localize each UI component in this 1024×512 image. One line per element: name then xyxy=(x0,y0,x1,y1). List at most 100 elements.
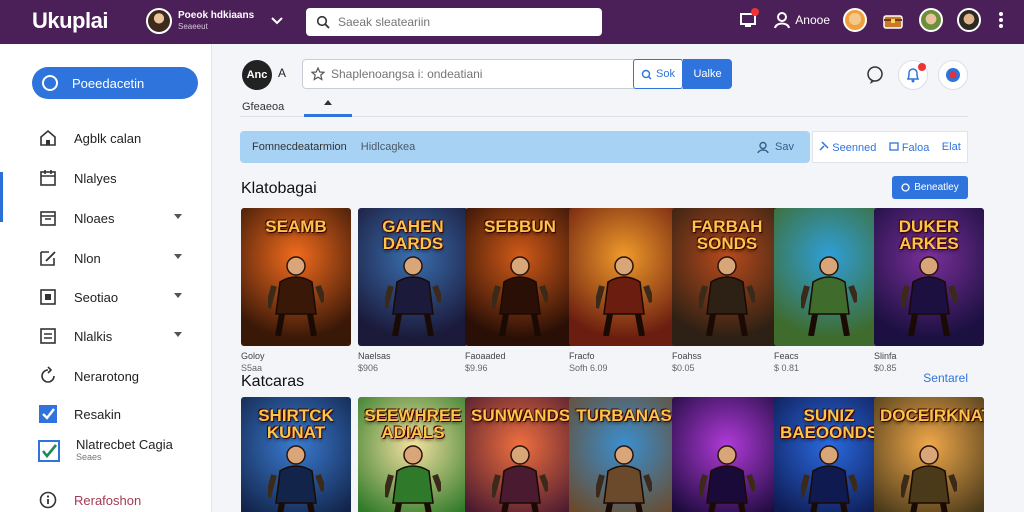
app-logo[interactable]: Ukuplai xyxy=(32,8,108,34)
friend-avatar-1[interactable] xyxy=(842,7,868,33)
sidebar-primary-button[interactable]: Poeedacetin xyxy=(32,67,198,99)
game-caption: Foahss xyxy=(672,351,702,361)
game-caption: Slinfa xyxy=(874,351,897,361)
game-cover-title: SEEWHREE ADIALS xyxy=(364,406,462,442)
game-meta: Faoaaded $9.96 xyxy=(465,350,506,374)
section-featured-button-label: Beneatley xyxy=(914,182,959,193)
chevron-down-icon[interactable] xyxy=(270,13,284,27)
chevron-down-icon[interactable] xyxy=(174,254,182,260)
banner-save-label: Sav xyxy=(775,141,794,153)
game-card[interactable]: DUKER ARKES xyxy=(874,208,984,346)
chat-icon xyxy=(867,66,883,84)
game-card[interactable]: SEBBUN xyxy=(465,208,575,346)
sidebar-item-label: Nlatrecbet Cagia xyxy=(76,437,173,452)
banner-action-label: Faloa xyxy=(901,141,930,154)
user-icon xyxy=(757,141,769,153)
character-art xyxy=(385,256,441,336)
banner-action-1[interactable]: Seenned xyxy=(819,140,876,154)
chest-icon xyxy=(883,15,903,29)
global-search-input[interactable] xyxy=(338,15,588,29)
chat-button[interactable] xyxy=(860,60,890,90)
notification-button[interactable] xyxy=(898,60,928,90)
banner-action-2[interactable]: Faloa xyxy=(889,141,930,154)
game-card[interactable]: SHIRTCK KUNAT xyxy=(241,397,351,512)
sidebar-item-4[interactable]: Nlon xyxy=(38,246,204,270)
calendar-icon xyxy=(40,170,56,186)
brand-badge[interactable]: Anc xyxy=(242,60,272,90)
store-search[interactable]: Sok Ualke xyxy=(302,59,732,89)
friend-avatar-3[interactable] xyxy=(956,7,982,33)
chevron-down-icon[interactable] xyxy=(174,332,182,338)
edit-icon xyxy=(40,251,56,266)
sidebar-item-sublabel: Seaes xyxy=(76,452,102,462)
game-card[interactable] xyxy=(569,208,679,346)
trophy-icon xyxy=(946,68,960,82)
chevron-up-icon[interactable] xyxy=(324,99,332,105)
banner-save[interactable]: Sav xyxy=(757,141,794,154)
tab-overview[interactable]: Gfeaeoa xyxy=(242,101,284,113)
character-art xyxy=(801,256,857,336)
section-see-all-link[interactable]: Sentarel xyxy=(923,371,968,385)
game-card[interactable]: FARBAH SONDS xyxy=(672,208,782,346)
sidebar-item-7[interactable]: Nerarotong xyxy=(38,364,204,388)
game-price: $0.05 xyxy=(672,363,695,373)
sidebar-item-label: Nlalyes xyxy=(74,170,117,186)
game-card[interactable]: SEEWHREE ADIALS xyxy=(358,397,468,512)
game-cover-title: SEBBUN xyxy=(484,217,556,236)
chest-button[interactable] xyxy=(880,7,906,33)
sidebar-item-label: Agblk calan xyxy=(74,130,142,146)
character-art xyxy=(699,445,755,512)
pin-icon xyxy=(819,140,829,151)
notification-dot xyxy=(751,8,760,16)
banner-action-3[interactable]: Elat xyxy=(942,141,961,153)
store-button[interactable] xyxy=(735,7,761,33)
profile-switcher[interactable]: Poeok hdkiaans Seaeeut xyxy=(146,8,254,34)
more-menu[interactable] xyxy=(994,7,1008,33)
game-card[interactable] xyxy=(672,397,782,512)
game-card[interactable]: TURBANAS xyxy=(569,397,679,512)
character-art xyxy=(901,445,957,512)
game-meta: Feacs $ 0.81 xyxy=(774,350,799,374)
game-card[interactable] xyxy=(774,208,884,346)
game-meta: Naelsas $906 xyxy=(358,350,391,374)
game-card[interactable]: DOCEIRKNAT xyxy=(874,397,984,512)
user-menu[interactable]: Anooe xyxy=(773,7,830,33)
sidebar-primary-label: Poeedacetin xyxy=(72,75,145,91)
sidebar-item-10[interactable]: Rerafoshon xyxy=(38,488,204,512)
chevron-down-icon[interactable] xyxy=(174,214,182,220)
sidebar-item-6[interactable]: Nlalkis xyxy=(38,324,204,348)
game-caption: Faoaaded xyxy=(465,351,506,361)
sidebar-item-3[interactable]: Nloaes xyxy=(38,206,204,230)
sidebar-scroll-indicator[interactable] xyxy=(0,172,3,222)
sidebar-item-9[interactable]: Nlatrecbet Cagia Seaes xyxy=(38,436,204,466)
game-price: $0.85 xyxy=(874,363,897,373)
achievements-button[interactable] xyxy=(938,60,968,90)
info-banner: Fomnecdeatarmion Hidlcagkea Sav xyxy=(240,131,810,163)
search-button[interactable]: Sok xyxy=(633,59,683,89)
chevron-down-icon[interactable] xyxy=(174,293,182,299)
friend-avatar-2[interactable] xyxy=(918,7,944,33)
sidebar-item-2[interactable]: Nlalyes xyxy=(38,166,204,190)
filter-button[interactable]: Ualke xyxy=(683,59,732,89)
game-card[interactable]: GAHEN DARDS xyxy=(358,208,468,346)
game-card[interactable]: SUNWANDS xyxy=(465,397,575,512)
store-search-input[interactable] xyxy=(331,67,631,81)
game-cover-title: SEAMB xyxy=(265,217,327,236)
section-featured-button[interactable]: Beneatley xyxy=(892,176,968,199)
game-cover-title: FARBAH SONDS xyxy=(691,217,763,253)
character-art xyxy=(596,256,652,336)
game-card[interactable]: SEAMB xyxy=(241,208,351,346)
game-price: $9.96 xyxy=(465,363,488,373)
search-button-label: Sok xyxy=(656,68,675,80)
game-card[interactable]: SUNIZ BAEOONDS xyxy=(774,397,884,512)
sidebar-item-label: Rerafoshon xyxy=(74,492,142,508)
global-search[interactable] xyxy=(306,8,602,36)
sidebar-item-8[interactable]: Resakin xyxy=(38,402,204,426)
sidebar-item-1[interactable]: Agblk calan xyxy=(38,126,204,150)
profile-avatar xyxy=(146,8,172,34)
sidebar-item-5[interactable]: Seotiao xyxy=(38,285,204,309)
sidebar-item-label: Nerarotong xyxy=(74,368,140,384)
game-price: $ 0.81 xyxy=(774,363,800,373)
avatar-icon xyxy=(843,8,867,32)
square-icon xyxy=(40,289,56,305)
